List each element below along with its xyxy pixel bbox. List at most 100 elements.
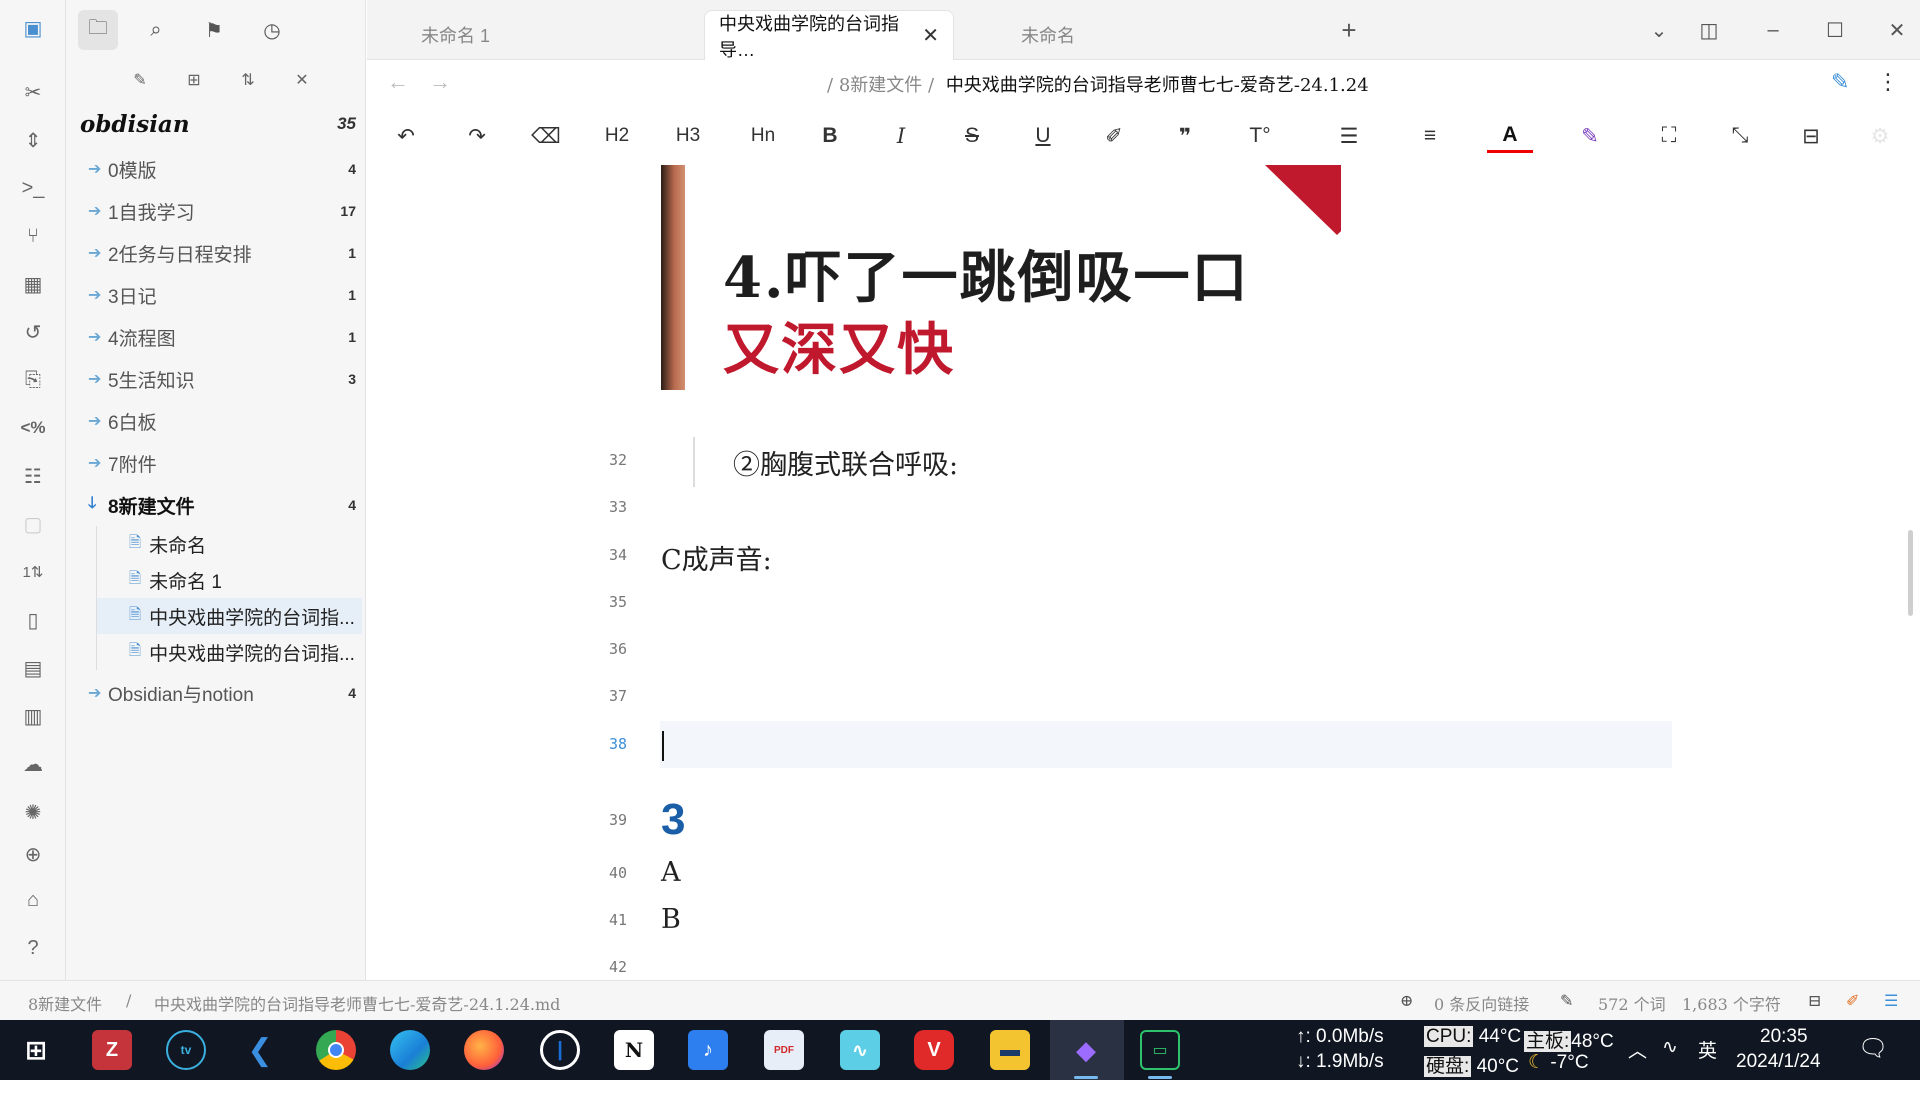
right-sidebar-icon[interactable]: ◫ bbox=[1693, 14, 1725, 46]
bulb-icon[interactable]: ✺ bbox=[17, 796, 49, 828]
file-item[interactable]: 🗎 未命名 1 bbox=[96, 562, 362, 598]
cloud-icon[interactable]: ☁ bbox=[17, 748, 49, 780]
pdf-icon[interactable]: PDF bbox=[764, 1030, 804, 1070]
folder-item-open[interactable]: 🡓 8新建文件 4 bbox=[76, 484, 362, 526]
exit-fullscreen-icon[interactable]: ⤡ bbox=[1721, 119, 1759, 153]
dida-icon[interactable]: ♪ bbox=[688, 1030, 728, 1070]
clock-date[interactable]: 2024/1/24 bbox=[1736, 1051, 1821, 1111]
help-icon[interactable]: ? bbox=[17, 932, 49, 964]
tab-untitled[interactable]: 未命名 bbox=[1007, 10, 1089, 60]
strike-button[interactable]: S bbox=[953, 119, 991, 153]
file-search-icon[interactable]: ⎘ bbox=[17, 364, 49, 396]
numbering-icon[interactable]: 1⇅ bbox=[17, 556, 49, 588]
underline-button[interactable]: U bbox=[1024, 119, 1062, 153]
editor-scrollbar[interactable] bbox=[1908, 530, 1913, 616]
eraser-icon[interactable]: ⌫ bbox=[527, 119, 565, 153]
editor-pane[interactable]: 4.吓了一跳倒吸一口 又深又快 32 ②胸腹式联合呼吸: 33 34 C成声音:… bbox=[367, 165, 1920, 980]
brush-icon[interactable]: ✐ bbox=[1095, 119, 1133, 153]
edit-icon[interactable]: ✎ bbox=[1831, 69, 1849, 95]
file-item[interactable]: 🗎 中央戏曲学院的台词指... bbox=[96, 634, 362, 670]
folder-item[interactable]: ➔ 6白板 bbox=[76, 400, 362, 442]
notion-icon[interactable]: N bbox=[614, 1030, 654, 1070]
folder-item[interactable]: ➔ 3日记 1 bbox=[76, 274, 362, 316]
quote-icon[interactable]: ❞ bbox=[1166, 119, 1204, 153]
clock-icon[interactable]: ◷ bbox=[252, 10, 292, 50]
tab-list-icon[interactable]: ⌄ bbox=[1643, 14, 1675, 46]
breadcrumb-folder[interactable]: 8新建文件 bbox=[839, 75, 922, 96]
sidebar-toggle-icon[interactable]: ▣ bbox=[17, 12, 49, 44]
ime-indicator[interactable]: 英 bbox=[1698, 1036, 1717, 1096]
graph-icon[interactable]: ⑂ bbox=[17, 220, 49, 252]
terminal-icon[interactable]: >_ bbox=[17, 172, 49, 204]
folder-item[interactable]: ➔ 7附件 bbox=[76, 442, 362, 484]
firefox-icon[interactable] bbox=[464, 1030, 504, 1070]
back-icon[interactable]: ← bbox=[387, 69, 409, 95]
history-icon[interactable]: ↺ bbox=[17, 316, 49, 348]
layout-icon[interactable]: ▥ bbox=[17, 700, 49, 732]
obsidian-icon[interactable]: ◆ bbox=[1066, 1030, 1106, 1070]
folder-item[interactable]: ➔ 4流程图 1 bbox=[76, 316, 362, 358]
file-explorer-icon[interactable]: ▬ bbox=[990, 1030, 1030, 1070]
bookmark-icon[interactable]: ⚑ bbox=[194, 10, 234, 50]
vault-header[interactable]: obdisian 35 bbox=[80, 108, 356, 140]
bold-button[interactable]: B bbox=[811, 119, 849, 153]
mobile-icon[interactable]: ▯ bbox=[17, 604, 49, 636]
folder-item[interactable]: ➔ 1自我学习 17 bbox=[76, 190, 362, 232]
folder-icon[interactable]: 🗀 bbox=[78, 10, 118, 50]
more-icon[interactable]: ⋮ bbox=[1877, 69, 1899, 95]
tab-active-note[interactable]: 中央戏曲学院的台词指导… ✕ bbox=[704, 10, 954, 60]
note-title[interactable]: 中央戏曲学院的台词指导老师曹七七-爱奇艺-24.1.24 bbox=[946, 75, 1369, 96]
redo-icon[interactable]: ↷ bbox=[458, 119, 496, 153]
chrome-icon[interactable] bbox=[316, 1030, 356, 1070]
maximize-icon[interactable]: ☐ bbox=[1819, 14, 1851, 46]
window-close-icon[interactable]: ✕ bbox=[1881, 14, 1913, 46]
file-item[interactable]: 🗎 未命名 bbox=[96, 526, 362, 562]
windows-start-icon[interactable]: ⊞ bbox=[16, 1030, 56, 1070]
brush-status-icon[interactable]: ✐ bbox=[1846, 991, 1859, 1010]
1password-icon[interactable]: | bbox=[540, 1030, 580, 1070]
vscode-icon[interactable]: ❮ bbox=[240, 1030, 280, 1070]
new-tab-icon[interactable]: + bbox=[1333, 14, 1365, 46]
collapse-icon[interactable]: ✕ bbox=[288, 66, 316, 94]
font-color-button[interactable]: A bbox=[1487, 119, 1533, 153]
highlight-icon[interactable]: ✎ bbox=[1567, 119, 1613, 153]
sync-icon[interactable]: ⊟ bbox=[1808, 991, 1821, 1010]
status-folder[interactable]: 8新建文件 bbox=[28, 991, 102, 1015]
folder-item[interactable]: ➔ Obsidian与notion 4 bbox=[76, 672, 362, 714]
edge-icon[interactable] bbox=[390, 1030, 430, 1070]
close-icon[interactable]: ✕ bbox=[922, 23, 939, 48]
backlinks-count[interactable]: 0 条反向链接 bbox=[1434, 991, 1529, 1015]
folder-item[interactable]: ➔ 2任务与日程安排 1 bbox=[76, 232, 362, 274]
list-view-icon[interactable]: ☷ bbox=[17, 460, 49, 492]
tab-untitled-1[interactable]: 未命名 1 bbox=[407, 10, 504, 60]
bilibili-icon[interactable]: tv bbox=[166, 1030, 206, 1070]
italic-button[interactable]: I bbox=[882, 119, 920, 153]
template-icon[interactable]: <% bbox=[17, 412, 49, 444]
plugin-icon[interactable]: ✂ bbox=[17, 76, 49, 108]
search-icon[interactable]: ⌕ bbox=[136, 10, 176, 50]
notification-icon[interactable]: 🗨 bbox=[1858, 1034, 1888, 1094]
fullscreen-icon[interactable]: ⛶ bbox=[1650, 119, 1688, 153]
minimize-icon[interactable]: – bbox=[1757, 14, 1789, 46]
align-icon[interactable]: ≡ bbox=[1407, 119, 1453, 153]
hn-button[interactable]: Hn bbox=[740, 119, 786, 153]
vivaldi-icon[interactable]: V bbox=[914, 1030, 954, 1070]
sort-icon[interactable]: ⇅ bbox=[234, 66, 262, 94]
forward-icon[interactable]: → bbox=[429, 69, 451, 95]
document-icon[interactable]: ▤ bbox=[17, 652, 49, 684]
new-folder-icon[interactable]: ⊞ bbox=[180, 66, 208, 94]
audio-icon[interactable]: ∿ bbox=[840, 1030, 880, 1070]
add-circle-icon[interactable]: ⊕ bbox=[17, 838, 49, 870]
vault-switch-icon[interactable]: ⌂ bbox=[17, 884, 49, 916]
list-icon[interactable]: ☰ bbox=[1326, 119, 1372, 153]
text-size-icon[interactable]: T° bbox=[1237, 119, 1283, 153]
h2-button[interactable]: H2 bbox=[598, 119, 636, 153]
chevron-up-icon[interactable]: ︿ bbox=[1628, 1036, 1647, 1096]
folder-item[interactable]: ➔ 0模版 4 bbox=[76, 148, 362, 190]
status-file[interactable]: 中央戏曲学院的台词指导老师曹七七-爱奇艺-24.1.24.md bbox=[154, 991, 560, 1015]
wechat-icon[interactable]: ▭ bbox=[1140, 1030, 1180, 1070]
fold-icon[interactable]: ⇕ bbox=[17, 124, 49, 156]
new-note-icon[interactable]: ✎ bbox=[126, 66, 154, 94]
undo-icon[interactable]: ↶ bbox=[387, 119, 425, 153]
calendar-icon[interactable]: ▦ bbox=[17, 268, 49, 300]
